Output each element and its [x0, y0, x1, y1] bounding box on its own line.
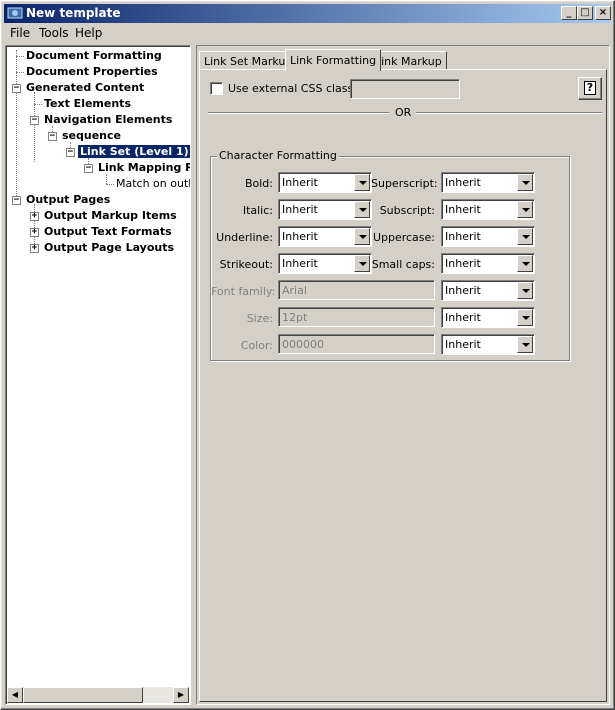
tree-item-match-on-outline[interactable]: Match on outlin: [116, 177, 190, 193]
color-label: Color:: [240, 339, 273, 352]
group-title: Character Formatting: [217, 149, 339, 162]
external-css-class-field[interactable]: [350, 79, 460, 99]
underline-label: Underline:: [216, 231, 273, 244]
app-icon: [7, 7, 23, 19]
superscript-select[interactable]: Inherit: [441, 172, 535, 193]
divider: [416, 112, 602, 114]
color-mode-select[interactable]: Inherit: [441, 334, 535, 355]
tab-link-set-markup[interactable]: Link Set Markup: [199, 51, 298, 70]
collapse-icon[interactable]: −: [12, 84, 21, 93]
panel-splitter[interactable]: [192, 45, 195, 705]
tree-item-sequence[interactable]: sequence: [62, 129, 121, 145]
tree-item-document-formatting[interactable]: Document Formatting: [26, 49, 162, 65]
tab-link-formatting[interactable]: Link Formatting: [285, 49, 382, 71]
help-icon: ?: [584, 81, 596, 95]
underline-select[interactable]: Inherit: [278, 226, 372, 247]
tree-item-document-properties[interactable]: Document Properties: [26, 65, 158, 81]
uppercase-select[interactable]: Inherit: [441, 226, 535, 247]
collapse-icon[interactable]: −: [30, 116, 39, 125]
expand-icon[interactable]: +: [30, 212, 39, 221]
divider: [208, 112, 389, 114]
tree-item-navigation-elements[interactable]: Navigation Elements: [44, 113, 172, 129]
collapse-icon[interactable]: −: [84, 164, 93, 173]
small-caps-label: Small caps:: [371, 258, 435, 271]
size-field[interactable]: 12pt: [278, 307, 435, 327]
character-formatting-group: Character Formatting Bold: Inherit Itali…: [210, 149, 570, 361]
tree-item-text-elements[interactable]: Text Elements: [44, 97, 131, 113]
italic-select[interactable]: Inherit: [278, 199, 372, 220]
chevron-down-icon[interactable]: [517, 255, 533, 272]
expand-icon[interactable]: +: [30, 228, 39, 237]
external-css-checkbox[interactable]: [210, 82, 223, 95]
collapse-icon[interactable]: −: [12, 196, 21, 205]
chevron-down-icon[interactable]: [517, 228, 533, 245]
color-field[interactable]: 000000: [278, 334, 435, 354]
help-button[interactable]: ?: [578, 77, 602, 100]
tree-item-link-mapping-rule[interactable]: Link Mapping Ru: [98, 161, 190, 177]
font-family-label: Font family:: [211, 285, 276, 298]
subscript-select[interactable]: Inherit: [441, 199, 535, 220]
collapse-icon[interactable]: −: [66, 148, 75, 157]
uppercase-label: Uppercase:: [372, 231, 435, 244]
superscript-label: Superscript:: [371, 177, 438, 190]
menu-bar: File Tools Help: [4, 24, 611, 42]
chevron-down-icon[interactable]: [354, 228, 370, 245]
collapse-icon[interactable]: −: [48, 132, 57, 141]
strikeout-select[interactable]: Inherit: [278, 253, 372, 274]
chevron-down-icon[interactable]: [354, 201, 370, 218]
font-family-mode-select[interactable]: Inherit: [441, 280, 535, 301]
chevron-down-icon[interactable]: [517, 282, 533, 299]
minimize-button[interactable]: _: [561, 6, 577, 20]
scroll-right-icon[interactable]: ▶: [173, 687, 189, 703]
expand-icon[interactable]: +: [30, 244, 39, 253]
italic-label: Italic:: [242, 204, 273, 217]
chevron-down-icon[interactable]: [354, 174, 370, 191]
window-title: New template: [26, 6, 121, 20]
chevron-down-icon[interactable]: [517, 309, 533, 326]
template-tree[interactable]: Document Formatting Document Properties …: [5, 45, 191, 705]
font-family-field[interactable]: Arial: [278, 280, 435, 300]
tree-item-output-page-layouts[interactable]: Output Page Layouts: [44, 241, 174, 257]
chevron-down-icon[interactable]: [517, 336, 533, 353]
tree-item-output-markup-items[interactable]: Output Markup Items: [44, 209, 177, 225]
tree-item-link-set-level-1[interactable]: Link Set (Level 1): [78, 145, 190, 161]
app-window: New template _ □ × File Tools Help Docum…: [0, 0, 615, 710]
scroll-thumb[interactable]: [23, 687, 143, 703]
small-caps-select[interactable]: Inherit: [441, 253, 535, 274]
bold-label: Bold:: [244, 177, 273, 190]
tab-link-markup[interactable]: Link Markup: [370, 51, 447, 70]
tree-horizontal-scrollbar[interactable]: ◀ ▶: [7, 687, 189, 703]
tree-item-output-text-formats[interactable]: Output Text Formats: [44, 225, 172, 241]
link-formatting-pane: Use external CSS class: ? OR Character F…: [199, 69, 607, 702]
tree-item-output-pages[interactable]: Output Pages: [26, 193, 110, 209]
strikeout-label: Strikeout:: [219, 258, 273, 271]
size-label: Size:: [246, 312, 273, 325]
menu-tools[interactable]: Tools: [39, 26, 69, 40]
properties-panel: Link Set Markup Link Formatting Link Mar…: [196, 45, 610, 705]
or-label: OR: [395, 106, 412, 119]
maximize-button[interactable]: □: [577, 6, 593, 20]
title-bar[interactable]: New template _ □ ×: [4, 4, 611, 23]
chevron-down-icon[interactable]: [354, 255, 370, 272]
external-css-label: Use external CSS class:: [228, 82, 357, 95]
close-button[interactable]: ×: [595, 6, 611, 20]
chevron-down-icon[interactable]: [517, 201, 533, 218]
chevron-down-icon[interactable]: [517, 174, 533, 191]
size-mode-select[interactable]: Inherit: [441, 307, 535, 328]
menu-help[interactable]: Help: [75, 26, 102, 40]
scroll-left-icon[interactable]: ◀: [7, 687, 23, 703]
subscript-label: Subscript:: [379, 204, 435, 217]
bold-select[interactable]: Inherit: [278, 172, 372, 193]
menu-file[interactable]: File: [10, 26, 30, 40]
tree-item-generated-content[interactable]: Generated Content: [26, 81, 144, 97]
